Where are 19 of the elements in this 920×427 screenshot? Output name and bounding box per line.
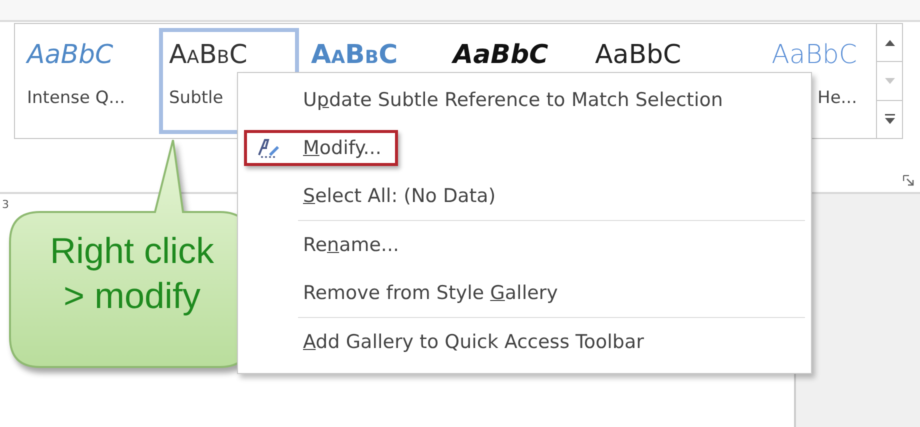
style-sample: AaBbC	[27, 40, 114, 70]
dialog-launcher-icon[interactable]	[903, 175, 914, 186]
pen-letter-icon	[257, 137, 281, 159]
menu-item[interactable]: Rename...	[244, 227, 416, 263]
menu-item[interactable]: Modify...	[244, 130, 398, 166]
menu-item[interactable]: Add Gallery to Quick Access Toolbar	[244, 324, 661, 360]
style-name: He...	[818, 88, 857, 108]
menu-item[interactable]: Select All: (No Data)	[244, 178, 513, 214]
down-arrow-icon	[884, 78, 894, 84]
ruler-number: 3	[2, 198, 9, 210]
callout-text: Right click > modify	[48, 229, 216, 318]
style-sample: AaBbC	[169, 40, 248, 70]
menu-item[interactable]: Remove from Style Gallery	[244, 275, 575, 311]
style-tile[interactable]: AaBbC Intense Q...	[17, 28, 157, 134]
style-sample: AaBbC	[772, 40, 857, 70]
style-name: Subtle	[169, 88, 224, 108]
expand-icon	[884, 114, 894, 124]
up-arrow-icon	[884, 40, 894, 46]
style-name: Intense Q...	[27, 88, 126, 108]
